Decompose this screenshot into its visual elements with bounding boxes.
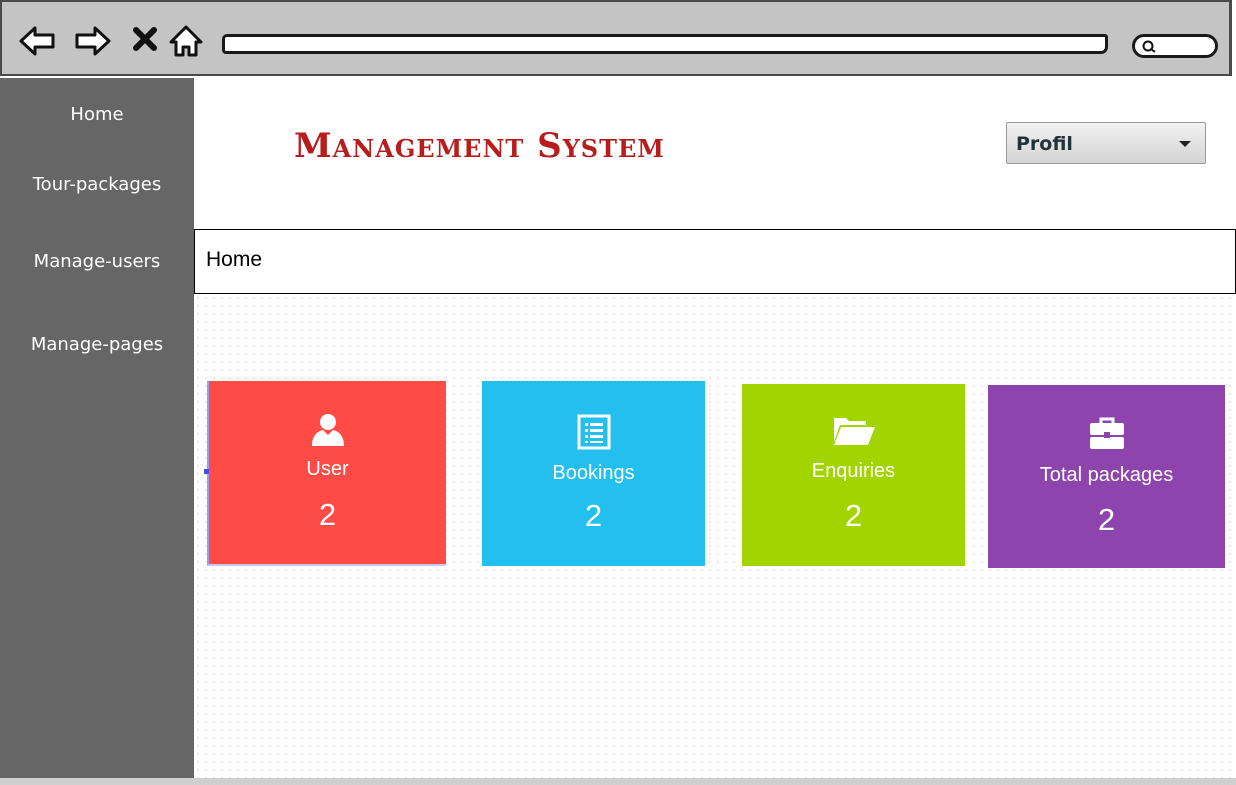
forward-arrow-icon[interactable]	[74, 22, 112, 60]
app-title: Management System	[294, 126, 665, 166]
selection-handle	[204, 469, 209, 474]
search-icon	[1142, 40, 1156, 53]
sidebar: Home Tour-packages Manage-users Manage-p…	[0, 78, 194, 778]
stat-value: 2	[584, 498, 603, 533]
stat-card-total-packages[interactable]: Total packages 2	[988, 385, 1225, 568]
stat-value: 2	[318, 497, 337, 532]
close-icon[interactable]	[128, 22, 166, 60]
window-bottom-edge	[0, 778, 1236, 785]
sidebar-item-manage-users[interactable]: Manage-users	[0, 249, 194, 275]
browser-toolbar	[0, 0, 1232, 76]
user-icon	[209, 411, 446, 447]
list-document-icon	[482, 414, 705, 450]
briefcase-icon	[988, 415, 1225, 451]
page-header: Management System Profil	[194, 78, 1236, 228]
sidebar-item-tour-packages[interactable]: Tour-packages	[0, 172, 194, 198]
profile-dropdown-value: Profil	[1016, 133, 1073, 155]
stat-label: Total packages	[1039, 464, 1174, 486]
back-arrow-icon[interactable]	[18, 22, 56, 60]
folder-open-icon	[742, 412, 965, 448]
stat-label: Bookings	[552, 462, 635, 484]
stat-value: 2	[1097, 502, 1116, 537]
stat-label: Enquiries	[811, 460, 896, 482]
home-icon[interactable]	[168, 22, 206, 60]
stat-card-enquiries[interactable]: Enquiries 2	[742, 384, 965, 566]
sidebar-item-manage-pages[interactable]: Manage-pages	[0, 332, 194, 358]
browser-search-field[interactable]	[1132, 34, 1218, 58]
sidebar-item-home[interactable]: Home	[0, 102, 194, 128]
stat-label: User	[306, 458, 349, 480]
address-bar[interactable]	[222, 34, 1108, 54]
stat-card-user[interactable]: User 2	[207, 381, 446, 566]
breadcrumb: Home	[194, 229, 1236, 294]
stat-value: 2	[844, 498, 863, 533]
chevron-down-icon	[1179, 141, 1191, 147]
breadcrumb-text: Home	[206, 248, 263, 271]
main-content: Management System Profil Home User 2 Boo…	[194, 78, 1236, 778]
stat-card-bookings[interactable]: Bookings 2	[482, 381, 705, 566]
profile-dropdown[interactable]: Profil	[1006, 122, 1206, 164]
